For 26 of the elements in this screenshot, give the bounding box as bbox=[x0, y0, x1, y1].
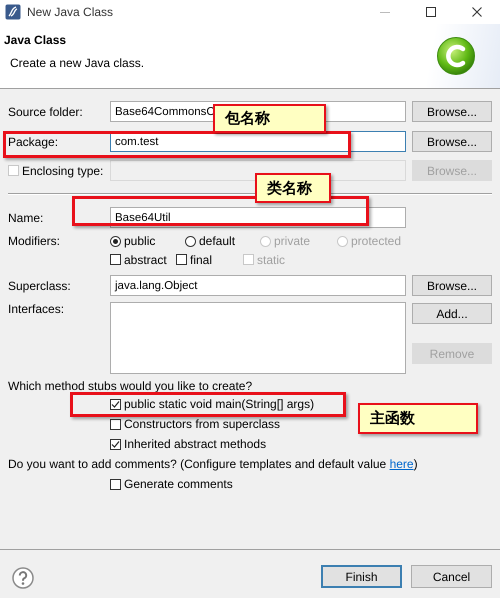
field-label: Superclass: bbox=[8, 278, 71, 292]
checkbox-label: Generate comments bbox=[124, 477, 233, 491]
page-title: Java Class bbox=[4, 33, 68, 47]
checkbox-label: final bbox=[190, 252, 212, 266]
field-label: Package: bbox=[8, 134, 58, 148]
field-label: Name: bbox=[8, 210, 44, 224]
radio-label: default bbox=[199, 234, 236, 248]
checkbox-label: public static void main(String[] args) bbox=[124, 397, 314, 411]
field-label: Modifiers: bbox=[8, 234, 60, 248]
radio-label: protected bbox=[351, 234, 402, 248]
radio-label: private bbox=[274, 234, 310, 248]
window-title: New Java Class bbox=[27, 5, 114, 19]
callout-tooltip: 类名称 bbox=[255, 173, 331, 203]
checkbox-label: static bbox=[257, 252, 286, 266]
callout-tooltip: 包名称 bbox=[213, 104, 326, 133]
stubs-question: Which method stubs would you like to create? bbox=[8, 378, 252, 394]
checkbox-label: Inherited abstract methods bbox=[124, 437, 266, 451]
checkbox-label: abstract bbox=[124, 252, 167, 266]
radio-label: public bbox=[124, 234, 156, 248]
callout-tooltip: 主函数 bbox=[358, 403, 478, 434]
field-label: Interfaces: bbox=[8, 302, 64, 316]
checkbox-label: Enclosing type: bbox=[22, 164, 104, 178]
page-description: Create a new Java class. bbox=[10, 56, 144, 70]
checkbox-label: Constructors from superclass bbox=[124, 417, 280, 431]
comments-prompt: Do you want to add comments? (Configure templates and default value here) bbox=[8, 456, 418, 473]
field-label: Source folder: bbox=[8, 104, 83, 118]
